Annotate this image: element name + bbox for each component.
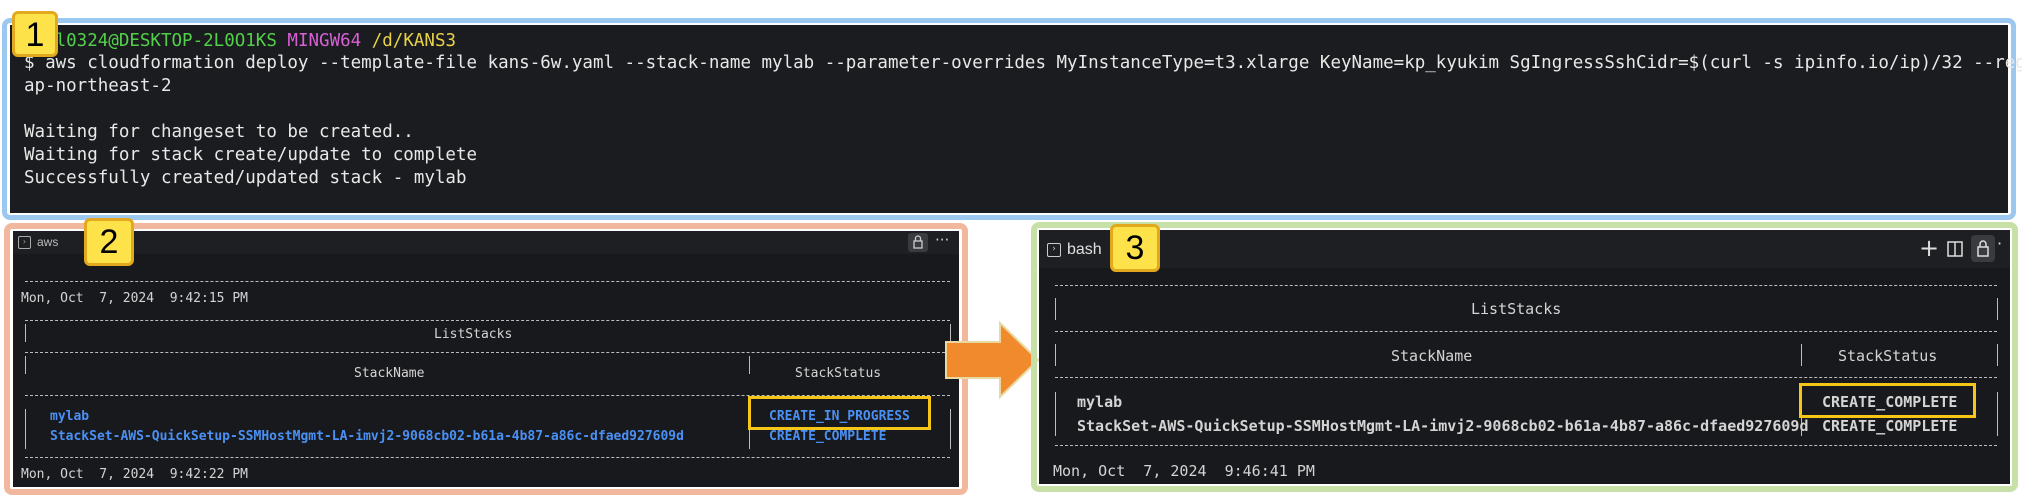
table-border (1997, 392, 1998, 436)
table-border (25, 457, 950, 458)
timestamp-bottom: Mon, Oct 7, 2024 9:42:22 PM (21, 467, 248, 482)
stack-status-row-2: CREATE_COMPLETE (1822, 417, 1958, 435)
table-border (1055, 285, 1997, 286)
highlight-box (1799, 383, 1976, 418)
table-border (1801, 344, 1802, 366)
terminal-tab-bar: › bash + · (1039, 230, 2010, 268)
table-border (25, 352, 950, 353)
terminal-panel-2[interactable]: › aws ··· Mon, Oct 7, 2024 9:42:15 PM Li… (13, 231, 959, 487)
output-line-3: Successfully created/updated stack - myl… (24, 168, 467, 188)
more-options-icon[interactable]: · (1997, 234, 2002, 253)
highlight-box (748, 396, 931, 430)
stack-status-row-2: CREATE_COMPLETE (769, 429, 887, 444)
split-pane-icon[interactable] (1946, 240, 1964, 262)
tab-label[interactable]: aws (37, 235, 58, 249)
table-border (25, 324, 26, 342)
stack-name-row-2: StackSet-AWS-QuickSetup-SSMHostMgmt-LA-i… (50, 429, 684, 444)
table-border (749, 356, 750, 374)
lock-icon[interactable] (908, 233, 928, 252)
stack-name-row-2: StackSet-AWS-QuickSetup-SSMHostMgmt-LA-i… (1077, 417, 1809, 435)
prompt-user: el0324@DESKTOP-2L0O1KS (45, 31, 277, 51)
tab-label[interactable]: bash (1067, 241, 1102, 259)
prompt-line: el0324@DESKTOP-2L0O1KS MINGW64 /d/KANS3 (24, 31, 456, 51)
table-border (1055, 445, 1997, 446)
table-border (1055, 298, 1056, 320)
column-header-stackstatus: StackStatus (795, 366, 882, 381)
table-border (1997, 344, 1998, 366)
lock-icon[interactable] (1971, 235, 1995, 262)
stack-name-row-1: mylab (1077, 393, 1123, 411)
table-border (1055, 377, 1997, 378)
table-title: ListStacks (434, 327, 513, 342)
terminal-icon: › (1047, 243, 1061, 257)
terminal-tab-bar: › aws ··· (13, 231, 959, 254)
command-line-2: ap-northeast-2 (24, 76, 172, 96)
timestamp-top: Mon, Oct 7, 2024 9:42:15 PM (21, 291, 248, 306)
step-badge-2: 2 (84, 218, 134, 266)
table-border (25, 320, 950, 321)
terminal-icon: › (18, 236, 31, 249)
terminal-panel-1[interactable]: el0324@DESKTOP-2L0O1KS MINGW64 /d/KANS3 … (10, 25, 2022, 213)
table-border (1997, 298, 1998, 320)
command-line-1: $ aws cloudformation deploy --template-f… (24, 53, 2022, 73)
stack-name-row-1: mylab (50, 409, 90, 424)
prompt-env: MINGW64 (287, 31, 362, 51)
prompt-path: /d/KANS3 (371, 31, 457, 51)
table-border (1055, 392, 1056, 436)
output-line-2: Waiting for stack create/update to compl… (24, 145, 478, 165)
table-border (950, 409, 951, 449)
plus-icon[interactable]: + (1919, 236, 1939, 260)
table-border (1055, 331, 1997, 332)
column-header-stackname: StackName (354, 366, 425, 381)
right-arrow-icon (945, 320, 1040, 400)
step-badge-3: 3 (1110, 224, 1160, 272)
timestamp-bottom: Mon, Oct 7, 2024 9:46:41 PM (1053, 462, 1315, 480)
more-options-icon[interactable]: ··· (935, 231, 949, 249)
terminal-panel-3[interactable]: › bash + · ListStacks StackName StackSta… (1039, 230, 2010, 484)
step-badge-1: 1 (12, 11, 58, 57)
table-border (25, 356, 26, 374)
column-header-stackstatus: StackStatus (1838, 347, 1938, 365)
table-border (25, 409, 26, 449)
table-border (1055, 344, 1056, 366)
column-header-stackname: StackName (1391, 347, 1473, 365)
table-title: ListStacks (1471, 300, 1562, 318)
output-line-1: Waiting for changeset to be created.. (24, 122, 414, 142)
table-border (25, 281, 950, 282)
